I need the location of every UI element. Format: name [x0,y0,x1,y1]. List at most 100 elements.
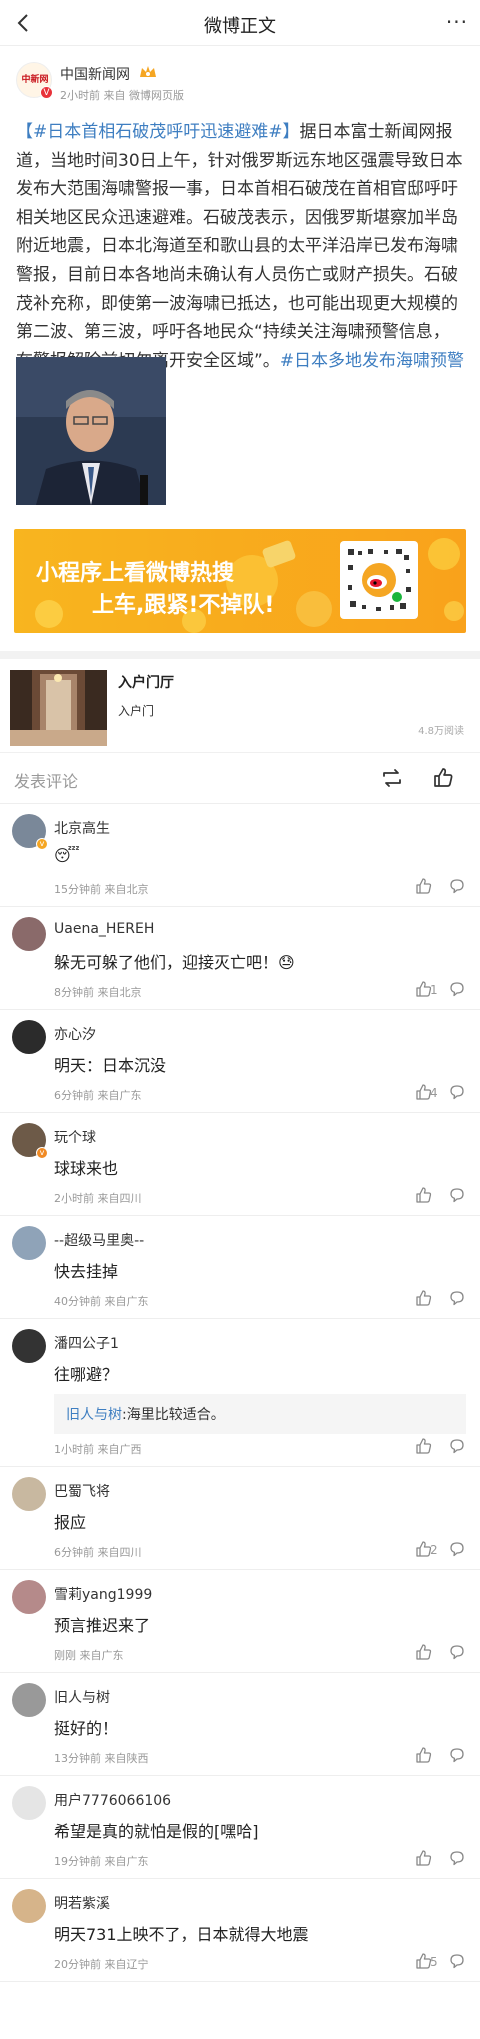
comment-like-icon[interactable] [414,1746,434,1764]
comment-meta: 20分钟前 来自辽宁 [54,1958,149,1971]
author-name[interactable]: 中国新闻网 [60,64,130,84]
commenter-name[interactable]: 明若紫溪 [54,1893,110,1913]
comment-item: 亦心汐 明天：日本沉没 6分钟前 来自广东 4 [0,1010,480,1113]
comment-meta: 6分钟前 来自四川 [54,1546,142,1559]
comment-item: v 北京高生 😴 15分钟前 来自北京 [0,804,480,907]
post-meta: 2小时前 来自 微博网页版 [60,89,184,102]
card-title: 入户门厅 [118,675,174,691]
comment-text: 明天731上映不了，日本就得大地震 [54,1925,309,1944]
repost-icon[interactable] [380,767,404,789]
comment-item: Uaena_HEREH 躲无可躲了他们，迎接灭亡吧！😓 8分钟前 来自北京 1 [0,907,480,1010]
comment-meta: 刚刚 来自广东 [54,1649,124,1662]
comment-meta: 40分钟前 来自广东 [54,1295,149,1308]
comment-reply-icon[interactable] [448,1746,466,1764]
qr-code-icon [340,541,418,619]
page-title: 微博正文 [204,16,276,37]
comment-meta: 13分钟前 来自陕西 [54,1752,149,1765]
comment-meta: 19分钟前 来自广东 [54,1855,149,1868]
comment-like-icon[interactable] [414,1849,434,1867]
comment-meta: 1小时前 来自广西 [54,1443,142,1456]
comment-reply-icon[interactable] [448,1849,466,1867]
card-thumbnail [10,670,107,746]
post-image[interactable] [16,357,166,505]
commenter-avatar[interactable] [12,1683,46,1717]
commenter-avatar[interactable] [12,1477,46,1511]
mini-program-banner[interactable]: 小程序上看微博热搜 上车,跟紧!不掉队! [14,529,466,633]
comment-like-icon[interactable] [414,1289,434,1307]
comment-text: 往哪避？ [54,1365,119,1384]
commenter-avatar[interactable] [12,1226,46,1260]
comment-reply[interactable]: 旧人与树:海里比较适合。 [54,1394,466,1434]
comment-like-icon[interactable] [414,1186,434,1204]
user-badge-icon: v [36,838,48,850]
comment-reply-icon[interactable] [448,1083,466,1101]
comment-text: 报应 [54,1513,87,1532]
recommend-card[interactable]: 入户门厅 入户门 4.8万阅读 [10,670,470,746]
comment-meta: 8分钟前 来自北京 [54,986,142,999]
commenter-name[interactable]: Uaena_HEREH [54,921,154,937]
comment-like-count: 5 [430,1955,438,1969]
comment-reply-icon[interactable] [448,1289,466,1307]
commenter-name[interactable]: 玩个球 [54,1127,96,1147]
commenter-avatar[interactable] [12,1889,46,1923]
commenter-name[interactable]: 北京高生 [54,818,110,838]
comment-item: --超级马里奥-- 快去挂掉 40分钟前 来自广东 [0,1216,480,1319]
comment-text: 球球来也 [54,1159,119,1178]
comment-like-icon[interactable] [414,1643,434,1661]
like-icon[interactable] [432,766,454,788]
comment-item: 明若紫溪明天731上映不了，日本就得大地震 20分钟前 来自辽宁 5 [0,1879,480,1982]
comment-item: 巴蜀飞将报应 6分钟前 来自四川 2 [0,1467,480,1570]
comment-input[interactable]: 发表评论 [14,768,78,792]
post-author: 中新网 V 中国新闻网 2小时前 来自 微博网页版 [16,60,456,106]
comment-reply-icon[interactable] [448,980,466,998]
post-body: 据日本富士新闻网报道，当地时间30日上午，针对俄罗斯远东地区强震导致日本发布大范… [16,122,463,371]
comment-reply-icon[interactable] [448,1540,466,1558]
comment-text: 快去挂掉 [54,1262,119,1281]
action-bar: 发表评论 [0,752,480,804]
commenter-name[interactable]: 潘四公子1 [54,1333,119,1353]
comment-reply-icon[interactable] [448,1437,466,1455]
comment-like-count: 2 [430,1543,438,1557]
commenter-name[interactable]: 亦心汐 [54,1024,96,1044]
commenter-name[interactable]: 旧人与树 [54,1687,110,1707]
comment-text: 挺好的！ [54,1719,119,1738]
comment-item: 用户7776066106 希望是真的就怕是假的[嘿哈] 19分钟前 来自广东 [0,1776,480,1879]
comment-reply-icon[interactable] [448,1952,466,1970]
comment-text: 预言推迟来了 [54,1616,151,1635]
card-read-count: 4.8万阅读 [418,726,464,737]
commenter-avatar[interactable] [12,1329,46,1363]
comment-reply-icon[interactable] [448,1186,466,1204]
comment-like-icon[interactable] [414,877,434,895]
commenter-avatar[interactable] [12,1786,46,1820]
commenter-name[interactable]: 雪莉yang1999 [54,1584,152,1604]
comment-like-count: 4 [430,1086,438,1100]
commenter-name[interactable]: --超级马里奥-- [54,1230,144,1250]
section-divider [0,651,480,659]
user-badge-icon: v [36,1147,48,1159]
comment-text: 😴 [54,846,80,865]
reply-author[interactable]: 旧人与树 [66,1407,122,1423]
top-bar: 微博正文 ··· [0,0,480,46]
comment-like-icon[interactable] [414,1437,434,1455]
portrait-image [16,357,166,505]
comment-reply-icon[interactable] [448,877,466,895]
commenter-name[interactable]: 巴蜀飞将 [54,1481,110,1501]
topic-link-1[interactable]: 【#日本首相石破茂呼吁迅速避难#】 [16,122,300,142]
commenter-avatar[interactable] [12,917,46,951]
comment-item: v 玩个球 球球来也 2小时前 来自四川 [0,1113,480,1216]
member-level-icon [140,66,156,77]
comment-like-count: 1 [430,983,438,997]
comment-reply-icon[interactable] [448,1643,466,1661]
comment-text: 明天：日本沉没 [54,1056,167,1075]
commenter-avatar[interactable] [12,1580,46,1614]
commenter-avatar[interactable] [12,1020,46,1054]
card-subtitle: 入户门 [118,704,155,718]
reply-text: :海里比较适合。 [122,1407,225,1423]
comment-meta: 15分钟前 来自北京 [54,883,149,896]
banner-line-2: 上车,跟紧!不掉队! [92,593,275,618]
commenter-name[interactable]: 用户7776066106 [54,1790,171,1810]
comment-item: 潘四公子1 往哪避？ 旧人与树:海里比较适合。 1小时前 来自广西 [0,1319,480,1467]
banner-line-1: 小程序上看微博热搜 [36,561,235,586]
avatar-logo: 中新网 [21,75,49,85]
more-icon[interactable]: ··· [446,10,468,34]
